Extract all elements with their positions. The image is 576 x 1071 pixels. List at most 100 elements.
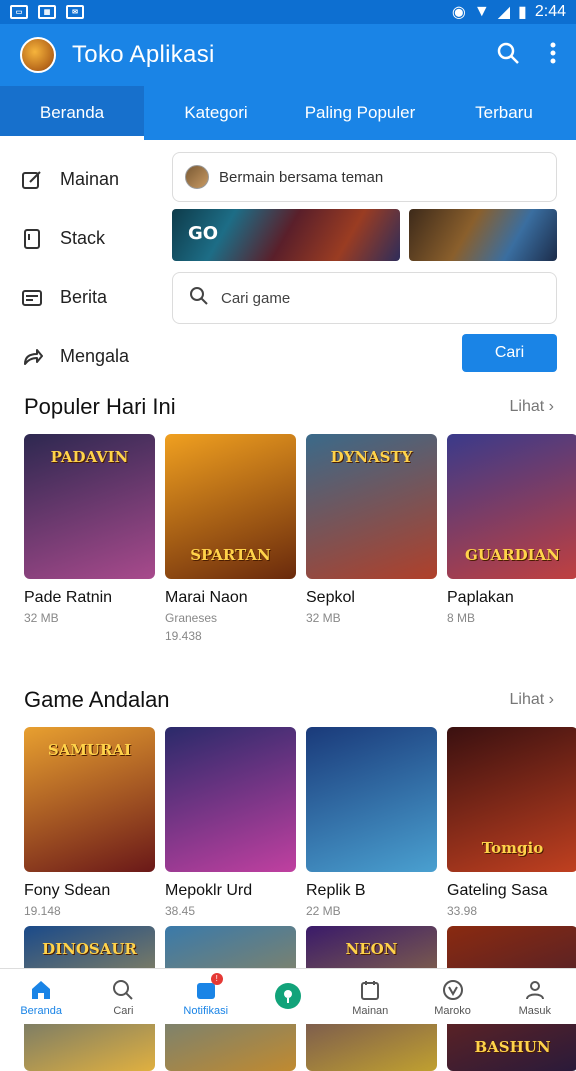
section-title: Game Andalan [24, 687, 170, 713]
recent-activity-card[interactable]: Bermain bersama teman [172, 152, 557, 202]
menu-item-berita[interactable]: Berita [20, 268, 170, 327]
pin-icon [274, 983, 302, 1009]
tab-label: Terbaru [475, 103, 533, 123]
game-thumbnail: SAMURAI [24, 727, 155, 872]
promo-banner[interactable] [409, 209, 557, 261]
nav-label: Cari [113, 1005, 133, 1017]
nav-pin[interactable] [247, 969, 329, 1024]
game-thumbnail: SPARTAN [165, 434, 296, 579]
message-icon: ✉ [66, 5, 84, 19]
nav-location[interactable]: Maroko [411, 969, 493, 1024]
menu-label: Mengala [60, 346, 129, 367]
nav-home[interactable]: Beranda [0, 969, 82, 1024]
app-title: Toko Aplikasi [72, 41, 215, 69]
side-menu: Mainan Stack Berita Mengala [20, 150, 170, 386]
game-art-title: Tomgio [453, 839, 572, 857]
nav-label: Mainan [352, 1005, 388, 1017]
game-thumbnail: GUARDIAN [447, 434, 576, 579]
game-row: SAMURAI Fony Sdean 19.148 Mepoklr Urd 38.45 R… [24, 727, 576, 918]
more-options-icon[interactable] [550, 41, 556, 70]
search-icon[interactable] [496, 41, 520, 70]
search-field[interactable]: Cari game [172, 272, 557, 324]
game-thumbnail: DYNASTY [306, 434, 437, 579]
see-more-label: Lihat [510, 398, 545, 415]
image-icon: ▦ [38, 5, 56, 19]
game-name: Paplakan [447, 589, 576, 607]
game-thumbnail [306, 727, 437, 872]
search-icon [189, 286, 209, 310]
game-card[interactable]: Replik B 22 MB [306, 727, 437, 918]
bookmark-icon [20, 227, 44, 251]
game-art-title: BASHUN [453, 1038, 572, 1056]
game-art-title: PADAVIN [30, 448, 149, 466]
menu-item-stack[interactable]: Stack [20, 209, 170, 268]
game-row: PADAVIN Pade Ratnin 32 MB SPARTANMarai Naon… [24, 434, 576, 643]
tab-kategori[interactable]: Kategori [144, 86, 288, 140]
game-art-title: DYNASTY [312, 448, 431, 466]
status-time: 2:44 [535, 3, 566, 21]
menu-item-mengala[interactable]: Mengala [20, 327, 170, 386]
game-meta: 22 MB [306, 904, 437, 918]
search-icon [112, 977, 134, 1003]
tab-label: Beranda [40, 103, 104, 123]
location-status-icon: ◉ [452, 2, 466, 22]
game-thumbnail [165, 727, 296, 872]
tab-terbaru[interactable]: Terbaru [432, 86, 576, 140]
share-icon [20, 345, 44, 369]
game-card[interactable]: GUARDIAN Paplakan 8 MB [447, 434, 576, 643]
calendar-icon [359, 977, 381, 1003]
section-title: Populer Hari Ini [24, 394, 176, 420]
notification-icon: ! [195, 977, 217, 1003]
game-card[interactable]: SAMURAI Fony Sdean 19.148 [24, 727, 155, 918]
game-art-title: NEON [312, 940, 431, 958]
bottom-navigation: Beranda Cari ! Notifikasi Mainan Maroko … [0, 968, 576, 1024]
card-icon [20, 286, 44, 310]
game-meta: 19.148 [24, 904, 155, 918]
game-name: Pade Ratnin [24, 589, 155, 607]
game-name: Fony Sdean [24, 882, 155, 900]
game-meta: 19.438 [165, 629, 296, 643]
banner-text: GO [188, 223, 218, 244]
notification-icon: ▭ [10, 5, 28, 19]
see-more-label: Lihat [510, 691, 545, 708]
battery-icon: ▮ [518, 2, 527, 22]
game-name: Mepoklr Urd [165, 882, 296, 900]
app-logo [20, 37, 56, 73]
signal-icon: ◢ [498, 2, 510, 22]
game-card[interactable]: TomgioGateling Sasa33.98 [447, 727, 576, 918]
recent-activity-text: Bermain bersama teman [219, 169, 383, 186]
game-card[interactable]: SPARTANMarai NaonGraneses19.438 [165, 434, 296, 643]
nav-label: Beranda [20, 1005, 62, 1017]
game-meta: 32 MB [24, 611, 155, 625]
game-name: Replik B [306, 882, 437, 900]
game-thumbnail: Tomgio [447, 727, 576, 872]
game-name: Sepkol [306, 589, 437, 607]
nav-label: Notifikasi [183, 1005, 228, 1017]
promo-banner[interactable]: GO [172, 209, 400, 261]
tab-beranda[interactable]: Beranda [0, 86, 144, 140]
game-name: Gateling Sasa [447, 882, 576, 900]
menu-item-mainan[interactable]: Mainan [20, 150, 170, 209]
edit-icon [20, 168, 44, 192]
wifi-icon: ▼ [474, 3, 490, 21]
tab-populer[interactable]: Paling Populer [288, 86, 432, 140]
search-placeholder: Cari game [221, 290, 290, 307]
nav-profile[interactable]: Masuk [494, 969, 576, 1024]
see-more-link[interactable]: Lihat › [510, 691, 554, 709]
game-meta: 38.45 [165, 904, 296, 918]
game-art-title: DINOSAUR [30, 940, 149, 958]
nav-search[interactable]: Cari [82, 969, 164, 1024]
menu-label: Mainan [60, 169, 119, 190]
see-more-link[interactable]: Lihat › [510, 398, 554, 416]
nav-notifications[interactable]: ! Notifikasi [165, 969, 247, 1024]
tab-label: Paling Populer [305, 103, 416, 123]
game-card[interactable]: Mepoklr Urd 38.45 [165, 727, 296, 918]
game-card[interactable]: DYNASTYSepkol32 MB [306, 434, 437, 643]
nav-mainan[interactable]: Mainan [329, 969, 411, 1024]
location-icon [442, 977, 464, 1003]
game-meta: 8 MB [447, 611, 576, 625]
avatar [185, 165, 209, 189]
search-button[interactable]: Cari [462, 334, 557, 372]
menu-label: Stack [60, 228, 105, 249]
game-card[interactable]: PADAVIN Pade Ratnin 32 MB [24, 434, 155, 643]
